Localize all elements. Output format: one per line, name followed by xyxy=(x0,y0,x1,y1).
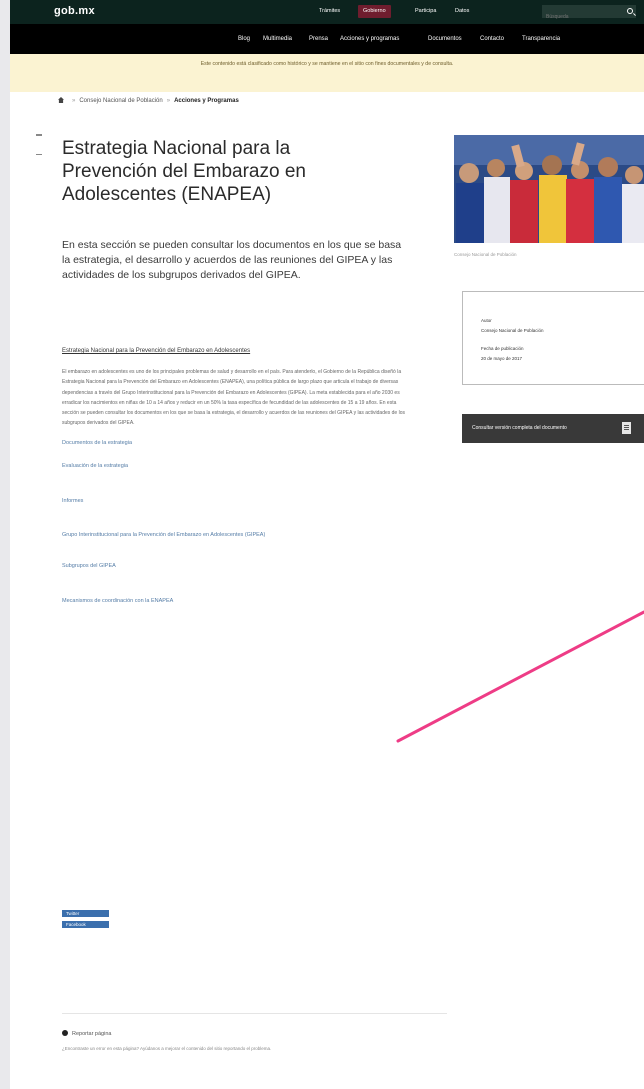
info-author: Consejo Nacional de Población xyxy=(481,328,544,333)
subnav-prensa[interactable]: Prensa xyxy=(309,36,328,42)
topnav-tramites[interactable]: Trámites xyxy=(314,5,345,18)
link-documentos[interactable]: Documentos de la estrategia xyxy=(62,439,407,448)
sub-nav-bar: Blog Multimedia Prensa Acciones y progra… xyxy=(10,24,644,54)
topnav-participa[interactable]: Participa xyxy=(410,5,441,18)
link-mecanismos[interactable]: Mecanismos de coordinación con la ENAPEA xyxy=(62,597,407,606)
subnav-transparencia[interactable]: Transparencia xyxy=(522,36,560,42)
section-heading: Estrategia Nacional para la Prevención d… xyxy=(62,348,251,354)
lead-text: En esta sección se pueden consultar los … xyxy=(62,239,402,281)
subnav-blog[interactable]: Blog xyxy=(238,36,250,42)
document-icon xyxy=(622,422,631,434)
search-input[interactable] xyxy=(542,10,622,24)
share-buttons: Twitter Facebook xyxy=(62,910,109,932)
document-info-box: Autor Consejo Nacional de Población Fech… xyxy=(462,291,644,385)
breadcrumb-current: Acciones y Programas xyxy=(174,98,239,104)
document-links: Documentos de la estrategia Evaluación d… xyxy=(62,439,407,606)
subnav-multimedia[interactable]: Multimedia xyxy=(263,36,292,42)
body-paragraph: El embarazo en adolescentes es uno de lo… xyxy=(62,369,405,427)
breadcrumb-parent[interactable]: Consejo Nacional de Población xyxy=(79,98,162,104)
photo-caption: Consejo Nacional de Población xyxy=(454,252,517,257)
historic-notice: Este contenido está clasificado como his… xyxy=(10,54,644,92)
gob-logo[interactable]: gob.mx xyxy=(54,5,95,17)
annotation-arrow-line xyxy=(396,610,644,743)
link-evaluacion[interactable]: Evaluación de la estrategia xyxy=(62,462,407,471)
report-description: ¿Encontraste un error en esta página? Ay… xyxy=(62,1046,272,1051)
breadcrumb: » Consejo Nacional de Población» Acciones … xyxy=(58,97,239,104)
info-date-label: Fecha de publicación xyxy=(481,346,524,351)
page-title: Estrategia Nacional para la Prevención d… xyxy=(62,138,306,205)
link-subgrupos[interactable]: Subgrupos del GIPEA xyxy=(62,562,407,571)
info-author-label: Autor xyxy=(481,318,492,323)
download-document-button[interactable]: Consultar versión completa del documento xyxy=(462,414,644,443)
download-label: Consultar versión completa del documento xyxy=(472,425,567,431)
main-content: Estrategia Nacional para la Prevención d… xyxy=(62,348,407,606)
divider xyxy=(62,1013,447,1014)
subnav-contacto[interactable]: Contacto xyxy=(480,36,504,42)
report-section: Reportar página ¿Encontraste un error en… xyxy=(62,1030,422,1053)
side-markers xyxy=(36,134,42,173)
group-photo-image xyxy=(454,135,644,243)
search-box xyxy=(542,5,636,24)
subnav-acciones[interactable]: Acciones y programas xyxy=(340,36,399,42)
facebook-share-button[interactable]: Facebook xyxy=(62,921,109,928)
info-date: 20 de mayo de 2017 xyxy=(481,356,523,361)
top-bar: gob.mx Trámites Gobierno Participa Datos xyxy=(10,0,644,24)
featured-photo xyxy=(454,135,644,243)
subnav-documentos[interactable]: Documentos xyxy=(428,36,462,42)
twitter-share-button[interactable]: Twitter xyxy=(62,910,109,917)
link-informes[interactable]: Informes xyxy=(62,497,407,506)
search-icon[interactable] xyxy=(627,8,633,14)
page: gob.mx Trámites Gobierno Participa Datos… xyxy=(10,0,644,1089)
report-link[interactable]: Reportar página xyxy=(72,1031,111,1037)
report-icon xyxy=(62,1030,68,1036)
topnav-datos[interactable]: Datos xyxy=(450,5,474,18)
link-gipea[interactable]: Grupo Interinstitucional para la Prevenc… xyxy=(62,531,407,540)
home-icon[interactable] xyxy=(58,97,64,103)
topnav-gobierno[interactable]: Gobierno xyxy=(358,5,391,18)
